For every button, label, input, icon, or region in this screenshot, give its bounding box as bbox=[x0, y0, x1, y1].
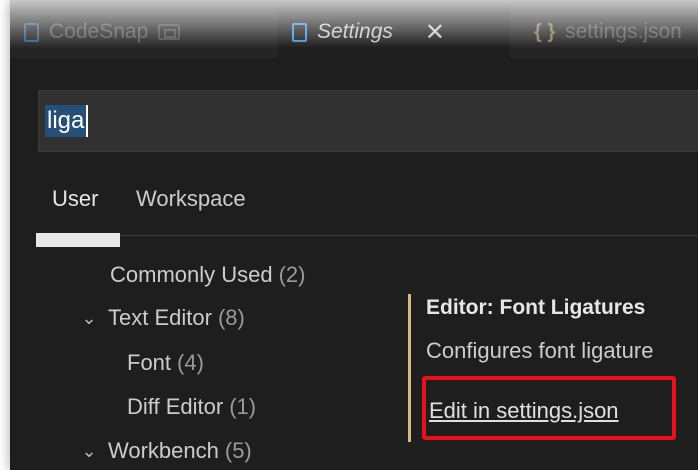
toc-item-count: (5) bbox=[224, 438, 252, 463]
tab-codesnap[interactable]: CodeSnap bbox=[10, 6, 260, 58]
toc-item-count: (1) bbox=[229, 394, 257, 419]
toc-item-label: Text Editor bbox=[108, 305, 212, 330]
toc-item-count: (8) bbox=[217, 305, 245, 330]
tab-workspace[interactable]: Workspace bbox=[136, 186, 246, 226]
toc-item-count: (4) bbox=[177, 350, 204, 375]
toc-item-diff-editor[interactable]: Diff Editor (1) bbox=[127, 394, 256, 420]
tab-label: CodeSnap bbox=[49, 20, 149, 43]
setting-description: Configures font ligature bbox=[426, 338, 654, 363]
toc-item-label: Font bbox=[127, 350, 172, 375]
file-icon bbox=[292, 22, 307, 42]
editor-tab-bar: CodeSnap Settings ✕ { } settings.json bbox=[10, 0, 698, 58]
settings-scope-tabs: User Workspace bbox=[36, 180, 698, 247]
toc-item-commonly-used[interactable]: Commonly Used (2) bbox=[110, 262, 306, 288]
toc-item-label: Diff Editor bbox=[127, 394, 224, 419]
tab-label: Settings bbox=[317, 20, 393, 43]
settings-search-input[interactable]: liga bbox=[38, 90, 698, 152]
close-icon[interactable]: ✕ bbox=[425, 18, 445, 47]
toc-item-text-editor[interactable]: ⌄ Text Editor (8) bbox=[78, 305, 245, 331]
settings-editor-window: CodeSnap Settings ✕ { } settings.json li… bbox=[10, 0, 698, 470]
toc-item-workbench[interactable]: ⌄ Workbench (5) bbox=[78, 438, 252, 464]
tab-settings-json[interactable]: { } settings.json bbox=[520, 6, 698, 58]
active-tab-indicator bbox=[36, 233, 120, 247]
search-query-text: liga bbox=[45, 105, 89, 137]
toc-item-font[interactable]: Font (4) bbox=[127, 350, 204, 376]
chevron-down-icon: ⌄ bbox=[81, 440, 97, 461]
json-braces-icon: { } bbox=[534, 20, 556, 43]
tab-settings[interactable]: Settings ✕ bbox=[278, 6, 510, 58]
edit-in-settings-json-link[interactable]: Edit in settings.json bbox=[429, 398, 619, 424]
toc-item-label: Workbench bbox=[108, 438, 219, 463]
toc-item-count: (2) bbox=[278, 262, 306, 287]
tab-user[interactable]: User bbox=[52, 186, 98, 226]
setting-title: Editor: Font Ligatures bbox=[426, 296, 646, 319]
file-icon bbox=[24, 22, 39, 42]
preview-icon bbox=[158, 24, 181, 40]
toc-item-label: Commonly Used bbox=[110, 262, 273, 287]
setting-modified-indicator bbox=[408, 294, 411, 442]
chevron-down-icon: ⌄ bbox=[81, 307, 97, 328]
tab-label: settings.json bbox=[565, 20, 682, 43]
